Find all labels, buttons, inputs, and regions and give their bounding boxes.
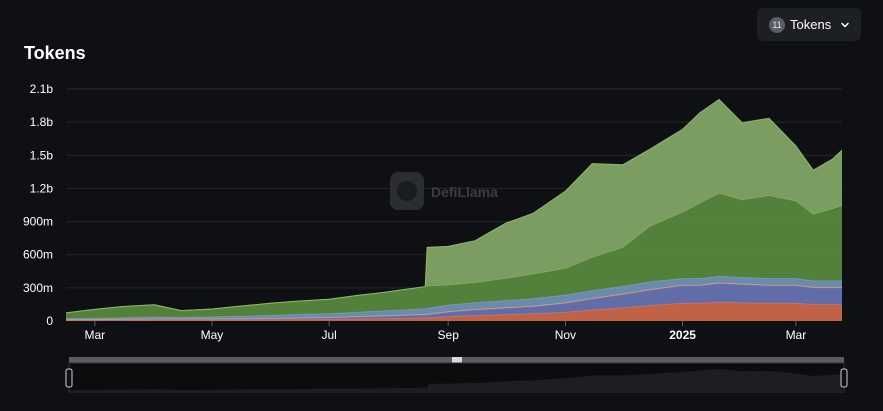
- x-tick-label: May: [201, 328, 224, 342]
- y-tick-label: 0: [46, 314, 53, 328]
- y-tick-label: 1.2b: [30, 181, 54, 195]
- x-tick-label: 2025: [669, 328, 696, 342]
- x-tick-label: Jul: [321, 328, 336, 342]
- y-axis: 0 300m 600m 900m 1.2b 1.5b 1.8b 2.1b: [23, 82, 53, 328]
- chart-svg: DefiLlama 0300m600m900m1.2b1.5b1.8b2.1b …: [23, 82, 848, 393]
- range-slider[interactable]: [65, 357, 848, 393]
- x-tick-label: Mar: [84, 328, 105, 342]
- watermark-text: DefiLlama: [431, 184, 498, 200]
- y-tick-label: 900m: [23, 215, 53, 229]
- y-tick-label: 300m: [23, 281, 53, 295]
- defillama-logo-inner: [397, 181, 417, 201]
- x-tick-label: Sep: [438, 328, 460, 342]
- tokens-chart-panel: Tokens 11 Tokens DefiLlama 0 300m 600m 900m…: [0, 0, 883, 411]
- x-axis: Mar May Jul Sep Nov 2025 Mar: [84, 321, 806, 342]
- defillama-watermark: DefiLlama: [390, 172, 498, 210]
- y-tick-label: 600m: [23, 248, 53, 262]
- y-tick-label: 1.8b: [30, 115, 54, 129]
- y-tick-label: 2.1b: [30, 82, 54, 96]
- slider-drag-handle[interactable]: [452, 357, 462, 363]
- slider-right-handle[interactable]: [840, 368, 848, 388]
- slider-left-handle[interactable]: [65, 368, 73, 388]
- x-tick-label: Mar: [786, 328, 807, 342]
- y-tick-label: 1.5b: [30, 148, 54, 162]
- x-tick-label: Nov: [555, 328, 576, 342]
